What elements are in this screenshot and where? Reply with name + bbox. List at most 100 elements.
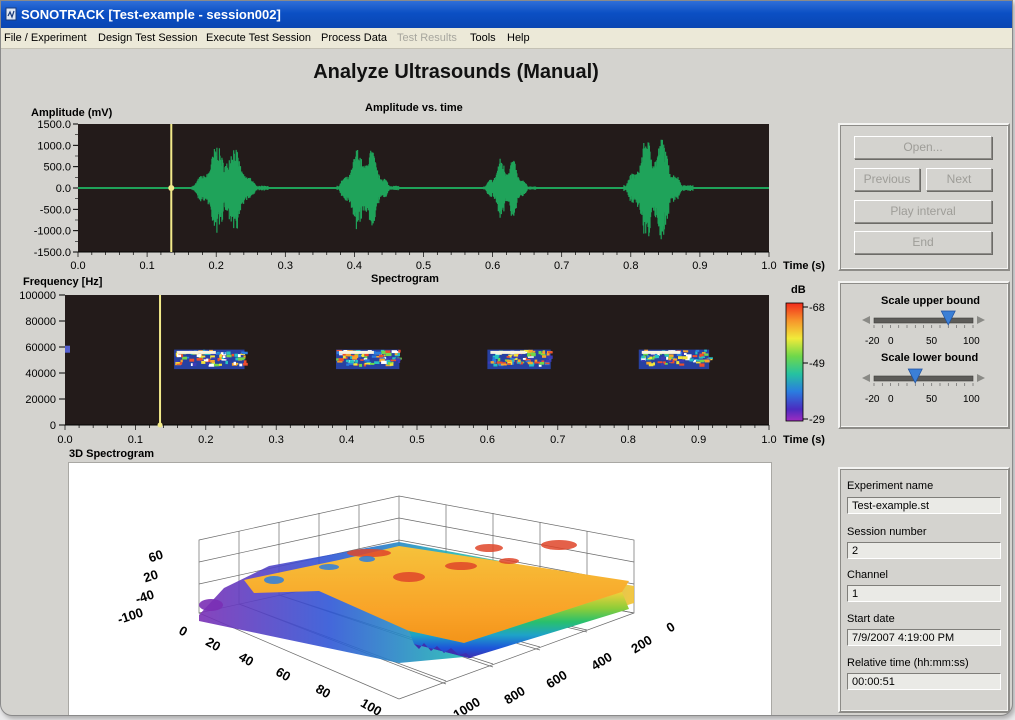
- spectrogram-cell: [542, 355, 547, 358]
- spectrogram-cell: [704, 359, 710, 363]
- scale-lower-tick: 100: [963, 394, 980, 405]
- experiment-name-field[interactable]: Test-example.st: [847, 497, 1001, 514]
- spectrogram-cell: [213, 363, 220, 367]
- spectrogram-x-tick: 0.4: [339, 434, 354, 446]
- 3d-time-tick: 600: [543, 667, 569, 691]
- spectrogram-call: [336, 349, 402, 370]
- session-number-field[interactable]: 2: [847, 542, 1001, 559]
- menu-design-test-session[interactable]: Design Test Session: [98, 28, 197, 48]
- amplitude-x-tick: 0.7: [554, 260, 569, 272]
- menu-process-data[interactable]: Process Data: [321, 28, 387, 48]
- spectrogram-cell: [223, 352, 226, 355]
- spectrogram-cell: [678, 356, 683, 360]
- amplitude-y-tick: 0.0: [56, 183, 71, 195]
- amplitude-y-tick: -500.0: [40, 204, 71, 216]
- spectrogram-plot[interactable]: 100000 80000 60000 40000 20000 00.0 0.1 0.2 0.3 0…: [1, 285, 836, 451]
- spectrogram-cell: [666, 356, 669, 360]
- spectrogram-cell: [390, 359, 397, 362]
- spectrogram-x-label: Time (s): [783, 434, 825, 446]
- spectrogram-cell: [545, 359, 552, 362]
- open-button[interactable]: Open...: [854, 136, 992, 159]
- 3d-z-tick: -100: [116, 605, 145, 627]
- spectrogram-cell: [201, 361, 206, 364]
- menu-help[interactable]: Help: [507, 28, 530, 48]
- spectrogram-cell: [692, 355, 698, 358]
- spectrogram-cell: [221, 359, 227, 361]
- spectrogram-cell: [531, 352, 534, 356]
- spectrogram-colorbar-tick: -29: [809, 414, 825, 426]
- spectrogram-cell: [538, 351, 542, 355]
- spectrogram-cell: [175, 362, 180, 364]
- spectrogram-cell: [547, 355, 553, 359]
- spectrogram-cell: [701, 356, 706, 358]
- spectrogram-cursor-point: [157, 422, 163, 428]
- spectrogram-cell: [506, 359, 512, 362]
- spectrogram-cell: [208, 363, 215, 367]
- spectrogram-cell: [381, 360, 387, 364]
- spectrogram-cell: [218, 363, 222, 366]
- amplitude-x-tick: 0.2: [209, 260, 224, 272]
- spectrogram-cell: [654, 355, 660, 359]
- spectrogram-x-tick: 0.0: [57, 434, 72, 446]
- amplitude-x-tick: 0.3: [278, 260, 293, 272]
- amplitude-x-tick: 0.1: [139, 260, 154, 272]
- spectrogram-cell: [507, 363, 511, 365]
- 3d-time-tick: 0: [664, 619, 678, 636]
- playback-panel: Open... Previous Next Play interval End: [838, 123, 1010, 271]
- title-bar: SONOTRACK [Test-example - session002]: [1, 1, 1012, 28]
- spectrogram-x-tick: 0.8: [621, 434, 636, 446]
- 3d-time-tick: 200: [628, 632, 654, 656]
- spectrogram-cell: [338, 358, 344, 362]
- spectrogram-x-tick: 0.5: [409, 434, 424, 446]
- spectrogram-cell: [233, 361, 237, 365]
- spectrogram-cell: [545, 362, 550, 365]
- spectrogram-cell: [381, 350, 386, 354]
- spectrogram-cell: [641, 359, 646, 362]
- spectrogram-cell: [519, 353, 522, 357]
- spectrogram-3d-view[interactable]: 60 20 -40 -100 0 20 40 60 80 100 0 200 400 600 800 1000: [68, 462, 772, 716]
- spectrogram-y-tick: 20000: [25, 394, 56, 406]
- spectrogram-cell: [385, 352, 392, 357]
- scale-upper-slider[interactable]: [860, 309, 995, 331]
- scale-lower-slider[interactable]: [860, 367, 995, 389]
- spectrogram-cell: [657, 361, 663, 364]
- spectrogram-cell: [383, 354, 386, 357]
- spectrogram-cell: [192, 362, 197, 367]
- menu-tools[interactable]: Tools: [470, 28, 496, 48]
- spectrogram-cell: [356, 358, 361, 360]
- 3d-time-tick: 1000: [450, 694, 482, 716]
- spectrogram-cell: [496, 361, 503, 364]
- spectrogram-cell: [546, 353, 550, 356]
- next-button[interactable]: Next: [926, 168, 992, 191]
- spectrogram-cell: [210, 360, 215, 363]
- amplitude-x-tick: 0.5: [416, 260, 431, 272]
- spectrogram-cell: [359, 363, 363, 367]
- spectrogram-cell: [342, 355, 346, 359]
- spectrogram-cell: [379, 354, 383, 358]
- spectrogram-cell: [699, 359, 705, 363]
- spectrogram-call: [174, 349, 248, 370]
- 3d-frequency-tick: 20: [203, 634, 223, 654]
- spectrogram-cell: [513, 354, 519, 357]
- 3d-frequency-tick: 40: [236, 649, 256, 669]
- spectrogram-call-peak: [177, 350, 216, 354]
- relative-time-field[interactable]: 00:00:51: [847, 673, 1001, 690]
- spectrogram-cell: [243, 362, 248, 366]
- channel-field[interactable]: 1: [847, 585, 1001, 602]
- start-date-field[interactable]: 7/9/2007 4:19:00 PM: [847, 629, 1001, 646]
- spectrogram-cell: [364, 362, 371, 365]
- scale-upper-tick: -20: [865, 336, 880, 347]
- spectrogram-cell: [360, 359, 364, 361]
- spectrogram-cell: [487, 361, 492, 364]
- spectrogram-x-tick: 1.0: [761, 434, 776, 446]
- spectrogram-cell: [355, 360, 359, 363]
- amplitude-plot[interactable]: 1500.0 1000.0 500.0 0.0 -500.0 -1000.0 -1500.0…: [1, 117, 836, 277]
- menu-execute-test-session[interactable]: Execute Test Session: [206, 28, 311, 48]
- scale-upper-slider-right-arrow: [977, 316, 985, 324]
- play-interval-button[interactable]: Play interval: [854, 200, 992, 223]
- spectrogram-x-tick: 0.7: [550, 434, 565, 446]
- previous-button[interactable]: Previous: [854, 168, 920, 191]
- menu-file-experiment[interactable]: File / Experiment: [4, 28, 87, 48]
- end-button[interactable]: End: [854, 231, 992, 254]
- amplitude-y-tick: 1000.0: [37, 140, 71, 152]
